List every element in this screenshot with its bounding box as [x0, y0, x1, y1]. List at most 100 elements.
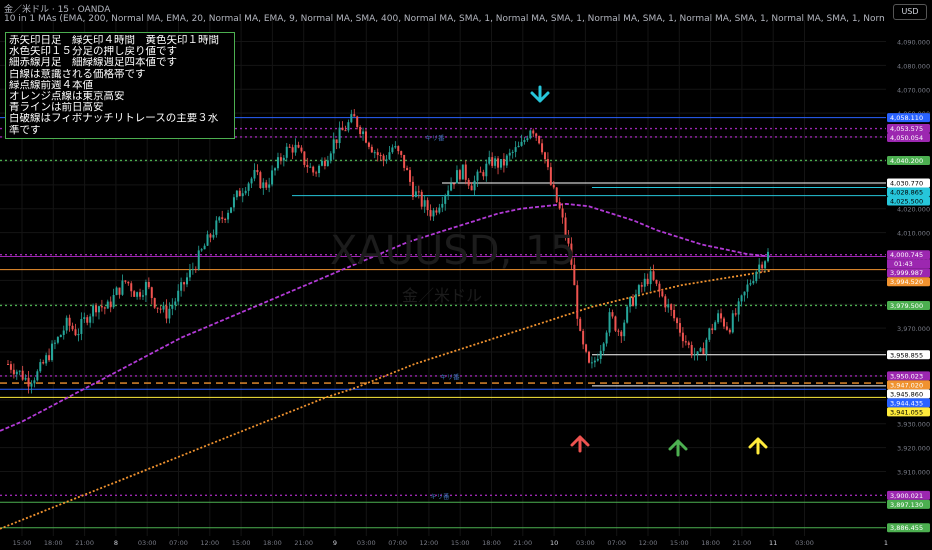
candle-body — [45, 355, 48, 364]
candle-body — [241, 193, 244, 197]
candle-body — [661, 291, 664, 297]
candle-body — [18, 370, 21, 372]
candle-body — [232, 197, 235, 208]
candle-body — [338, 127, 341, 144]
candle-body — [350, 114, 353, 123]
candle-body — [687, 342, 690, 346]
level-price-label: 3,897.130 — [890, 501, 923, 509]
candle-body — [590, 362, 593, 364]
candle-body — [62, 330, 65, 335]
candle-body — [332, 139, 335, 154]
candle-body — [162, 305, 165, 310]
candle-body — [9, 364, 12, 370]
candle-body — [89, 316, 92, 323]
note-line: 白破線はフィボナッチリトレースの主要３水 — [9, 113, 219, 125]
countdown-label: 01:43 — [894, 260, 913, 268]
candle-body — [764, 261, 767, 269]
level-price-label: 4,040.200 — [890, 157, 923, 165]
candle-body — [329, 153, 332, 161]
candle-body — [80, 319, 83, 334]
time-tick: 03:00 — [138, 539, 157, 547]
level-price-label: 4,053.575 — [890, 125, 923, 133]
candle-body — [159, 308, 162, 310]
time-axis[interactable]: 15:00 18:00 21:00 8 03:00 07:00 12:00 15:00 18:0… — [13, 539, 888, 547]
candle-body — [86, 317, 89, 323]
price-tick: 3,910.000 — [897, 469, 930, 477]
candle-body — [608, 312, 611, 333]
time-tick: 07:00 — [169, 539, 188, 547]
candle-body — [59, 334, 62, 338]
candle-body — [681, 332, 684, 342]
candle-body — [529, 130, 532, 139]
candle-body — [326, 160, 329, 167]
signal-arrow — [748, 437, 768, 455]
candle-body — [649, 271, 652, 285]
candle-body — [21, 370, 24, 380]
candle-body — [508, 152, 511, 156]
horizontal-levels: キリ番キリ番キリ番 — [0, 117, 886, 529]
candle-body — [711, 328, 714, 331]
candle-body — [705, 339, 708, 355]
level-price-label: 3,999.987 — [890, 269, 923, 277]
candle-body — [646, 278, 649, 285]
level-price-label: 3,950.023 — [890, 372, 923, 380]
candle-body — [141, 295, 144, 297]
time-tick: 03:00 — [576, 539, 595, 547]
candle-body — [655, 279, 658, 284]
candle-body — [582, 330, 585, 345]
candle-body — [227, 212, 230, 220]
time-tick: 07:00 — [388, 539, 407, 547]
candle-body — [335, 139, 338, 144]
time-tick: 15:00 — [451, 539, 470, 547]
time-tick: 11 — [769, 539, 777, 547]
time-tick: 18:00 — [701, 539, 720, 547]
candle-body — [271, 170, 274, 185]
candle-body — [409, 170, 412, 182]
price-axis[interactable]: 3,910.0003,920.0003,930.0003,940.0003,95… — [887, 39, 930, 533]
candle-body — [737, 301, 740, 315]
signal-arrow — [668, 439, 688, 457]
level-price-label: 3,945.860 — [890, 390, 923, 398]
candle-body — [15, 371, 18, 375]
candle-body — [599, 350, 602, 359]
annotation-note[interactable]: 赤矢印日足 緑矢印４時間 黄色矢印１時間 水色矢印１５分足の押し戻り値です 細赤線月… — [5, 32, 235, 139]
time-tick: 18:00 — [44, 539, 63, 547]
level-price-label: 4,025.500 — [890, 197, 923, 205]
candle-body — [24, 377, 27, 380]
note-line: 水色矢印１５分足の押し戻り値です — [9, 46, 177, 58]
time-tick: 21:00 — [294, 539, 313, 547]
candle-body — [347, 122, 350, 131]
watermark-symbol: XAUUSD, 15 — [330, 228, 576, 274]
candle-body — [588, 351, 591, 363]
note-line: 白線は意識される価格帯です — [9, 68, 146, 80]
level-price-label: 4,050.054 — [890, 134, 923, 142]
note-line: 準です — [9, 124, 41, 136]
candle-body — [579, 318, 582, 331]
candle-body — [250, 178, 253, 184]
candle-body — [320, 160, 323, 166]
candle-body — [274, 168, 277, 171]
time-tick: 03:00 — [795, 539, 814, 547]
level-price-label: 3,944.435 — [890, 399, 923, 407]
indicator-legend[interactable]: 10 in 1 MAs (EMA, 200, Normal MA, EMA, 2… — [4, 14, 884, 24]
candle-body — [288, 146, 291, 148]
candle-body — [379, 155, 382, 157]
candle-body — [203, 245, 206, 250]
candle-body — [743, 291, 746, 296]
candle-body — [39, 362, 42, 372]
candle-body — [535, 133, 538, 136]
candle-body — [168, 308, 171, 319]
candle-body — [740, 295, 743, 302]
candle-body — [388, 152, 391, 160]
price-tick: 4,090.000 — [897, 39, 930, 47]
candle-body — [171, 305, 174, 309]
currency-button[interactable]: USD — [893, 4, 927, 20]
candle-body — [546, 159, 549, 168]
candle-body — [605, 332, 608, 344]
price-tick: 4,020.000 — [897, 206, 930, 214]
candle-body — [473, 180, 476, 191]
candle-body — [632, 297, 635, 306]
note-line: オレンジ点線は東京高安 — [9, 91, 125, 103]
candle-body — [406, 167, 409, 171]
candle-body — [144, 282, 147, 296]
